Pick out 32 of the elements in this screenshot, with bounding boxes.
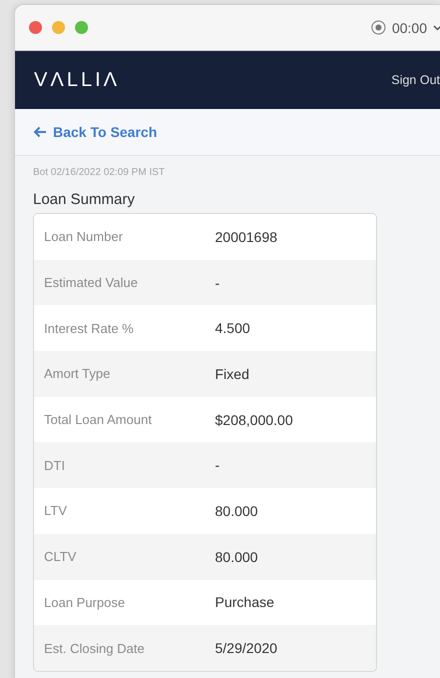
timestamp: Bot 02/16/2022 02:09 PM IST	[33, 167, 166, 178]
field-label: Interest Rate %	[44, 320, 135, 336]
field-value: $208,000.00	[215, 412, 293, 428]
minimize-button[interactable]	[52, 21, 65, 34]
field-label: Loan Purpose	[44, 594, 126, 610]
field-value: -	[215, 457, 220, 474]
field-value: 80.000	[215, 502, 258, 519]
section-title: Loan Summary	[33, 191, 136, 208]
field-label: LTV	[44, 503, 68, 518]
back-link[interactable]: Back To Search	[33, 124, 158, 140]
field-label: CLTV	[44, 549, 78, 564]
field-label: Loan Number	[44, 229, 124, 244]
close-button[interactable]	[29, 21, 42, 34]
maximize-button[interactable]	[75, 21, 88, 34]
field-label: Amort Type	[44, 366, 112, 382]
field-value: Purchase	[215, 594, 274, 610]
field-label: Estimated Value	[44, 275, 139, 290]
field-value: Fixed	[215, 366, 250, 382]
sign-out-link[interactable]: Sign Out	[391, 73, 440, 87]
field-label: DTI	[44, 458, 66, 473]
field-label: Est. Closing Date	[44, 640, 146, 656]
record-icon	[370, 20, 386, 35]
chevron-down-icon[interactable]	[433, 24, 440, 30]
field-value: 5/29/2020	[215, 640, 278, 656]
field-value: 4.500	[215, 320, 250, 336]
field-value: -	[215, 274, 220, 291]
field-value: 80.000	[215, 548, 258, 565]
arrow-left-icon	[33, 126, 47, 138]
field-value: 20001698	[215, 228, 278, 245]
logo: VΛLLIΛ	[34, 68, 120, 92]
field-label: Total Loan Amount	[44, 412, 153, 428]
timer: 00:00	[392, 20, 427, 36]
